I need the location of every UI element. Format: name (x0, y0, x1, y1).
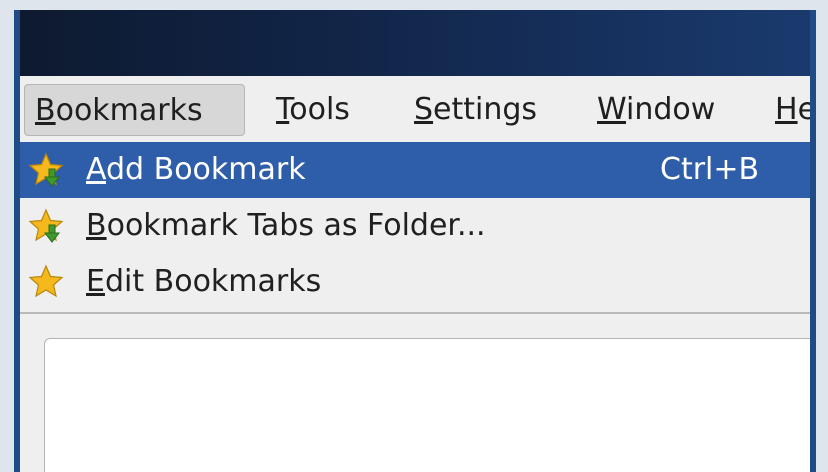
menu-help-label: e (797, 92, 810, 127)
main-content-area (20, 314, 810, 472)
desktop-edge-top (0, 0, 828, 10)
app-window: Bookmarks Tools Settings Window He Add B… (14, 10, 816, 472)
page-view[interactable] (44, 338, 810, 472)
menu-bookmarks-mnemonic: B (35, 93, 56, 128)
window-titlebar[interactable] (20, 10, 810, 76)
desktop-edge-left (0, 0, 14, 472)
add-bookmark-label: dd Bookmark (106, 152, 306, 187)
menu-tools-label: ools (289, 92, 350, 127)
menu-window-mnemonic: W (597, 92, 627, 127)
bookmark-folder-add-icon (28, 208, 64, 243)
menu-bookmarks-label: ookmarks (55, 93, 203, 128)
bookmark-tabs-label: ookmark Tabs as Folder... (106, 208, 486, 243)
bookmark-add-icon (28, 152, 64, 187)
bookmark-tabs-mnemonic: B (86, 208, 107, 243)
menu-item-bookmark-tabs-as-folder[interactable]: Bookmark Tabs as Folder... (20, 198, 810, 254)
menu-help[interactable]: He (765, 84, 810, 136)
bookmark-star-icon (28, 264, 64, 298)
bookmarks-dropdown-menu: Add Bookmark Ctrl+B Bookmark Tabs as Fol… (20, 142, 810, 314)
menu-window-label: indow (626, 92, 716, 127)
menubar: Bookmarks Tools Settings Window He (20, 76, 810, 144)
edit-bookmarks-mnemonic: E (86, 264, 105, 299)
desktop-edge-right (816, 0, 828, 472)
menu-item-edit-bookmarks[interactable]: Edit Bookmarks (20, 254, 810, 310)
screen: Bookmarks Tools Settings Window He Add B… (0, 0, 828, 472)
menu-settings-mnemonic: S (414, 92, 434, 127)
add-bookmark-shortcut: Ctrl+B (660, 152, 760, 187)
menu-tools[interactable]: Tools (266, 84, 360, 136)
menu-window[interactable]: Window (587, 84, 725, 136)
menu-item-add-bookmark[interactable]: Add Bookmark Ctrl+B (20, 142, 810, 198)
edit-bookmarks-label: dit Bookmarks (104, 264, 322, 299)
app-body: Bookmarks Tools Settings Window He Add B… (20, 76, 810, 472)
menu-settings-label: ettings (433, 92, 538, 127)
menu-tools-mnemonic: T (276, 92, 290, 127)
menu-settings[interactable]: Settings (404, 84, 547, 136)
menu-help-mnemonic: H (775, 92, 798, 127)
menu-bookmarks[interactable]: Bookmarks (24, 84, 245, 136)
add-bookmark-mnemonic: A (86, 152, 106, 187)
